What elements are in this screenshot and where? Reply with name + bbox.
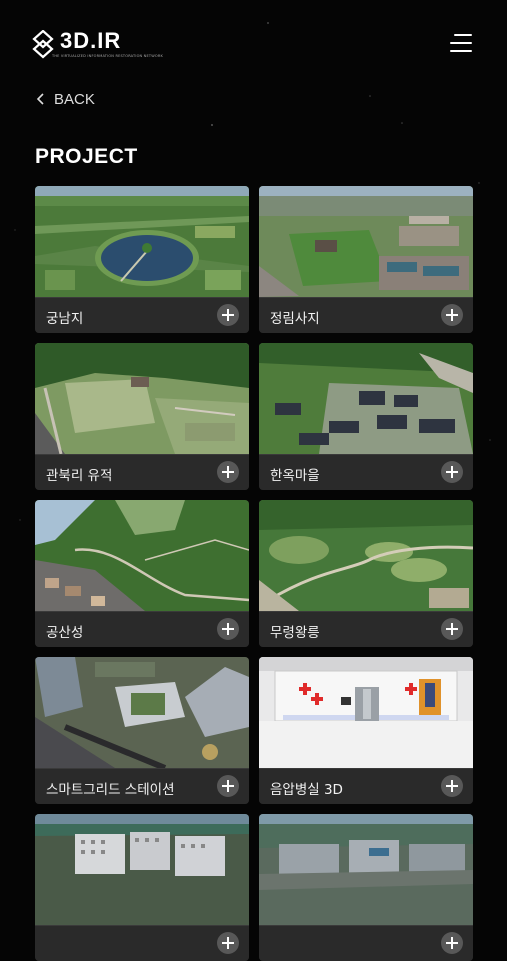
project-name: 관북리 유적	[46, 468, 113, 484]
plus-icon[interactable]	[441, 461, 463, 483]
project-thumbnail	[35, 657, 249, 768]
project-card[interactable]: 음압병실 3D	[259, 657, 473, 804]
project-name: 공산성	[46, 625, 84, 641]
project-card-bar: 관북리 유적	[35, 454, 249, 490]
page-title: PROJECT	[35, 145, 138, 168]
project-name: 정림사지	[270, 311, 320, 327]
project-card[interactable]: 궁남지	[35, 186, 249, 333]
project-card-bar: 공산성	[35, 611, 249, 647]
project-name: 음압병실 3D	[270, 782, 343, 798]
plus-icon[interactable]	[441, 932, 463, 954]
logo-tagline: THE VIRTUALIZED INFORMATION RESTORATION …	[52, 54, 163, 58]
plus-icon[interactable]	[441, 618, 463, 640]
project-name: 스마트그리드 스테이션	[46, 782, 175, 798]
plus-icon[interactable]	[217, 932, 239, 954]
logo-wordmark: 3D.IR	[60, 28, 122, 53]
project-card[interactable]: 한옥마을	[259, 343, 473, 490]
project-card-bar: 정림사지	[259, 297, 473, 333]
project-name: 궁남지	[46, 311, 84, 327]
project-card[interactable]: 스마트그리드 스테이션	[35, 657, 249, 804]
project-card-bar	[35, 925, 249, 961]
plus-icon[interactable]	[217, 618, 239, 640]
chevron-left-icon	[36, 93, 44, 105]
project-card[interactable]: 정림사지	[259, 186, 473, 333]
project-name: 무령왕릉	[270, 625, 320, 641]
project-card[interactable]: 공산성	[35, 500, 249, 647]
project-card-bar: 한옥마을	[259, 454, 473, 490]
app-header: 3D.IR THE VIRTUALIZED INFORMATION RESTOR…	[0, 0, 507, 90]
project-card-bar	[259, 925, 473, 961]
project-card-bar: 음압병실 3D	[259, 768, 473, 804]
project-thumbnail	[35, 343, 249, 454]
project-thumbnail	[35, 500, 249, 611]
project-card-bar: 무령왕릉	[259, 611, 473, 647]
plus-icon[interactable]	[217, 461, 239, 483]
brand-logo[interactable]: 3D.IR THE VIRTUALIZED INFORMATION RESTOR…	[32, 28, 163, 64]
back-button[interactable]: BACK	[33, 88, 95, 110]
project-thumbnail	[259, 186, 473, 297]
project-card[interactable]: 무령왕릉	[259, 500, 473, 647]
project-card[interactable]	[259, 814, 473, 961]
project-thumbnail	[259, 657, 473, 768]
project-thumbnail	[35, 814, 249, 925]
project-card-bar: 스마트그리드 스테이션	[35, 768, 249, 804]
logo-mark-icon	[32, 30, 54, 59]
back-label: BACK	[54, 90, 95, 108]
plus-icon[interactable]	[217, 775, 239, 797]
project-thumbnail	[35, 186, 249, 297]
project-card[interactable]: 관북리 유적	[35, 343, 249, 490]
project-card-bar: 궁남지	[35, 297, 249, 333]
project-card[interactable]	[35, 814, 249, 961]
plus-icon[interactable]	[441, 304, 463, 326]
hamburger-icon[interactable]	[450, 31, 476, 55]
plus-icon[interactable]	[217, 304, 239, 326]
project-name: 한옥마을	[270, 468, 320, 484]
project-thumbnail	[259, 814, 473, 925]
project-thumbnail	[259, 500, 473, 611]
project-thumbnail	[259, 343, 473, 454]
plus-icon[interactable]	[441, 775, 463, 797]
